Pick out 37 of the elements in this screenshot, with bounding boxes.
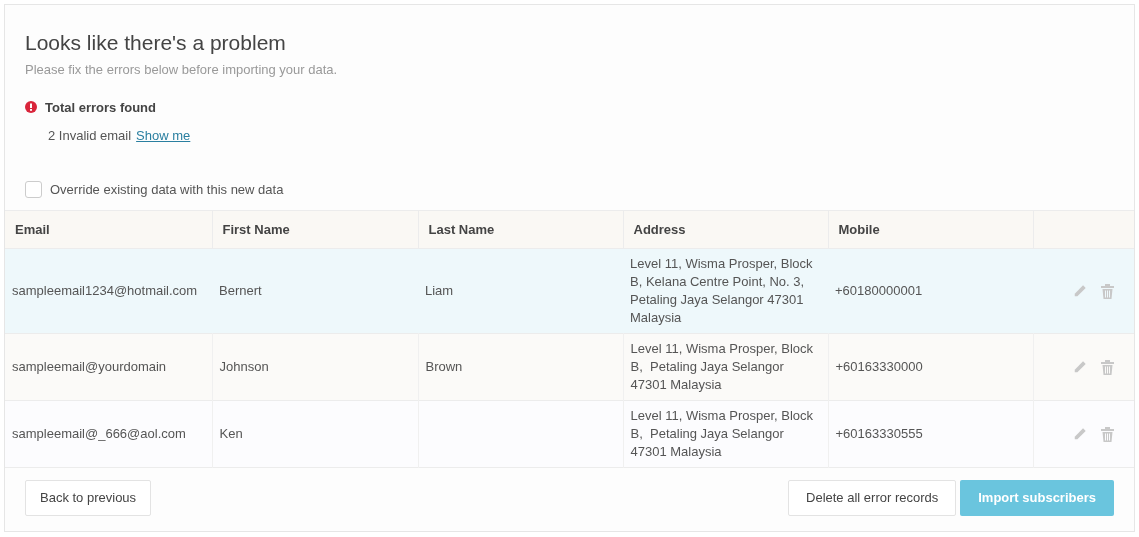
table-cell: sampleemail1234@hotmail.com [12,283,198,299]
table-cell: Bernert [219,283,262,299]
table-cell-text: Level 11, Wisma Prosper, Block B, Petaling Jaya Selangor 47301 Malaysia [630,340,815,394]
table-cell-text: Level 11, Wisma Prosper, Block B, Kelana Centre Point, No. 3, Petaling Jaya Selangor 47301 Malaysia [630,255,814,327]
column-header: Email [5,210,212,249]
override-label: Override existing data with this new data [50,180,284,199]
column-header: Last Name [418,210,623,249]
edit-icon[interactable] [1073,427,1087,441]
delete-icon[interactable] [1101,359,1114,375]
table-cell: +60163330000 [835,359,923,375]
table-row[interactable]: sampleemail@_666@aol.com Ken Level 11, Wisma Prosper, Block B, Petaling Jaya Selangor 47301 Malaysia +60163330555 [5,400,1134,468]
table-cell: sampleemail@yourdomain [12,359,167,375]
show-me-link[interactable]: Show me [136,126,191,146]
table-cell: +60180000001 [835,283,923,299]
column-header: First Name [212,210,418,249]
edit-icon[interactable] [1073,360,1087,374]
table-cell-text: Level 11, Wisma Prosper, Block B, Petaling Jaya Selangor 47301 Malaysia [630,407,815,461]
table-cell: Brown [425,359,463,375]
page-title: Looks like there's a problem [25,30,287,56]
back-button[interactable]: Back to previous [25,480,152,516]
error-icon [25,101,37,114]
column-header: Mobile [828,210,1033,249]
table-cell: Ken [219,426,243,442]
page-subtitle: Please fix the errors below before importing your data. [25,61,339,79]
table-cell: +60163330555 [835,426,923,442]
delete-icon[interactable] [1101,283,1114,299]
table-cell: Johnson [219,359,269,375]
column-header: Address [623,210,828,249]
override-checkbox[interactable] [25,180,42,198]
delete-icon[interactable] [1101,426,1114,442]
table-cell: Liam [425,283,454,299]
error-detail: 2 Invalid email [48,127,132,145]
edit-icon[interactable] [1073,284,1087,298]
delete-errors-button[interactable]: Delete all error records [788,480,957,516]
table-cell: sampleemail@_666@aol.com [12,426,186,442]
table-row[interactable]: sampleemail@yourdomain Johnson Brown Level 11, Wisma Prosper, Block B, Petaling Jaya Selangor 47301 Malaysia +60163330000 [5,333,1134,401]
errors-heading: Total errors found [45,98,156,117]
